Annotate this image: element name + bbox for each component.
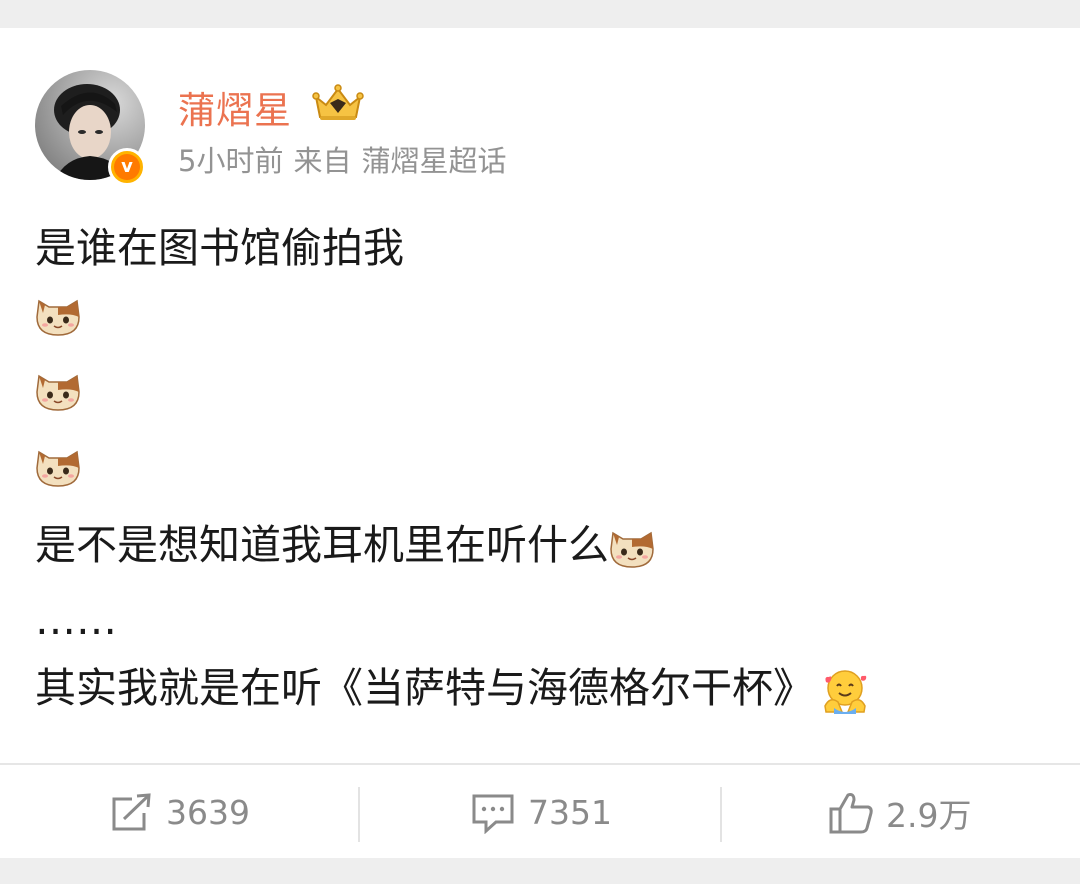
- source-link[interactable]: 蒲熠星超话: [361, 144, 506, 178]
- cat-emoji-icon: [610, 531, 654, 568]
- post-text-line: 其实我就是在听《当萨特与海德格尔干杯》: [35, 664, 814, 712]
- source-prefix: 来自: [293, 144, 352, 178]
- comment-count: 7351: [528, 793, 612, 832]
- comment-icon: [472, 794, 514, 834]
- hug-emoji-icon: [824, 670, 867, 714]
- post-text-line: ……: [35, 596, 117, 644]
- comment-button[interactable]: 7351: [470, 765, 612, 860]
- repost-icon: [112, 792, 151, 830]
- repost-button[interactable]: 3639: [110, 765, 250, 860]
- post-time: 5小时前: [178, 144, 284, 178]
- crown-icon[interactable]: [312, 83, 364, 123]
- cat-emoji-icon: [36, 450, 80, 487]
- cat-emoji-icon: [36, 299, 80, 336]
- cat-emoji-icon: [36, 374, 80, 411]
- post-text-line: 是不是想知道我耳机里在听什么: [35, 521, 609, 569]
- verified-badge-icon: v: [108, 148, 146, 186]
- repost-count: 3639: [166, 793, 250, 832]
- action-bar: 3639 7351 2.9万: [0, 763, 1080, 860]
- username[interactable]: 蒲熠星: [178, 80, 292, 134]
- like-count: 2.9万: [886, 795, 972, 835]
- post-meta: 5小时前 来自 蒲熠星超话: [178, 138, 516, 180]
- like-button[interactable]: 2.9万: [828, 765, 971, 860]
- weibo-post-card: v 蒲熠星 5小时前 来自 蒲熠星超话 是谁在图书馆偷拍我 是不是想知道我耳机里…: [0, 28, 1080, 858]
- action-divider: [358, 787, 360, 842]
- post-text-line: 是谁在图书馆偷拍我: [35, 224, 404, 272]
- like-icon: [829, 792, 873, 833]
- action-divider: [720, 787, 722, 842]
